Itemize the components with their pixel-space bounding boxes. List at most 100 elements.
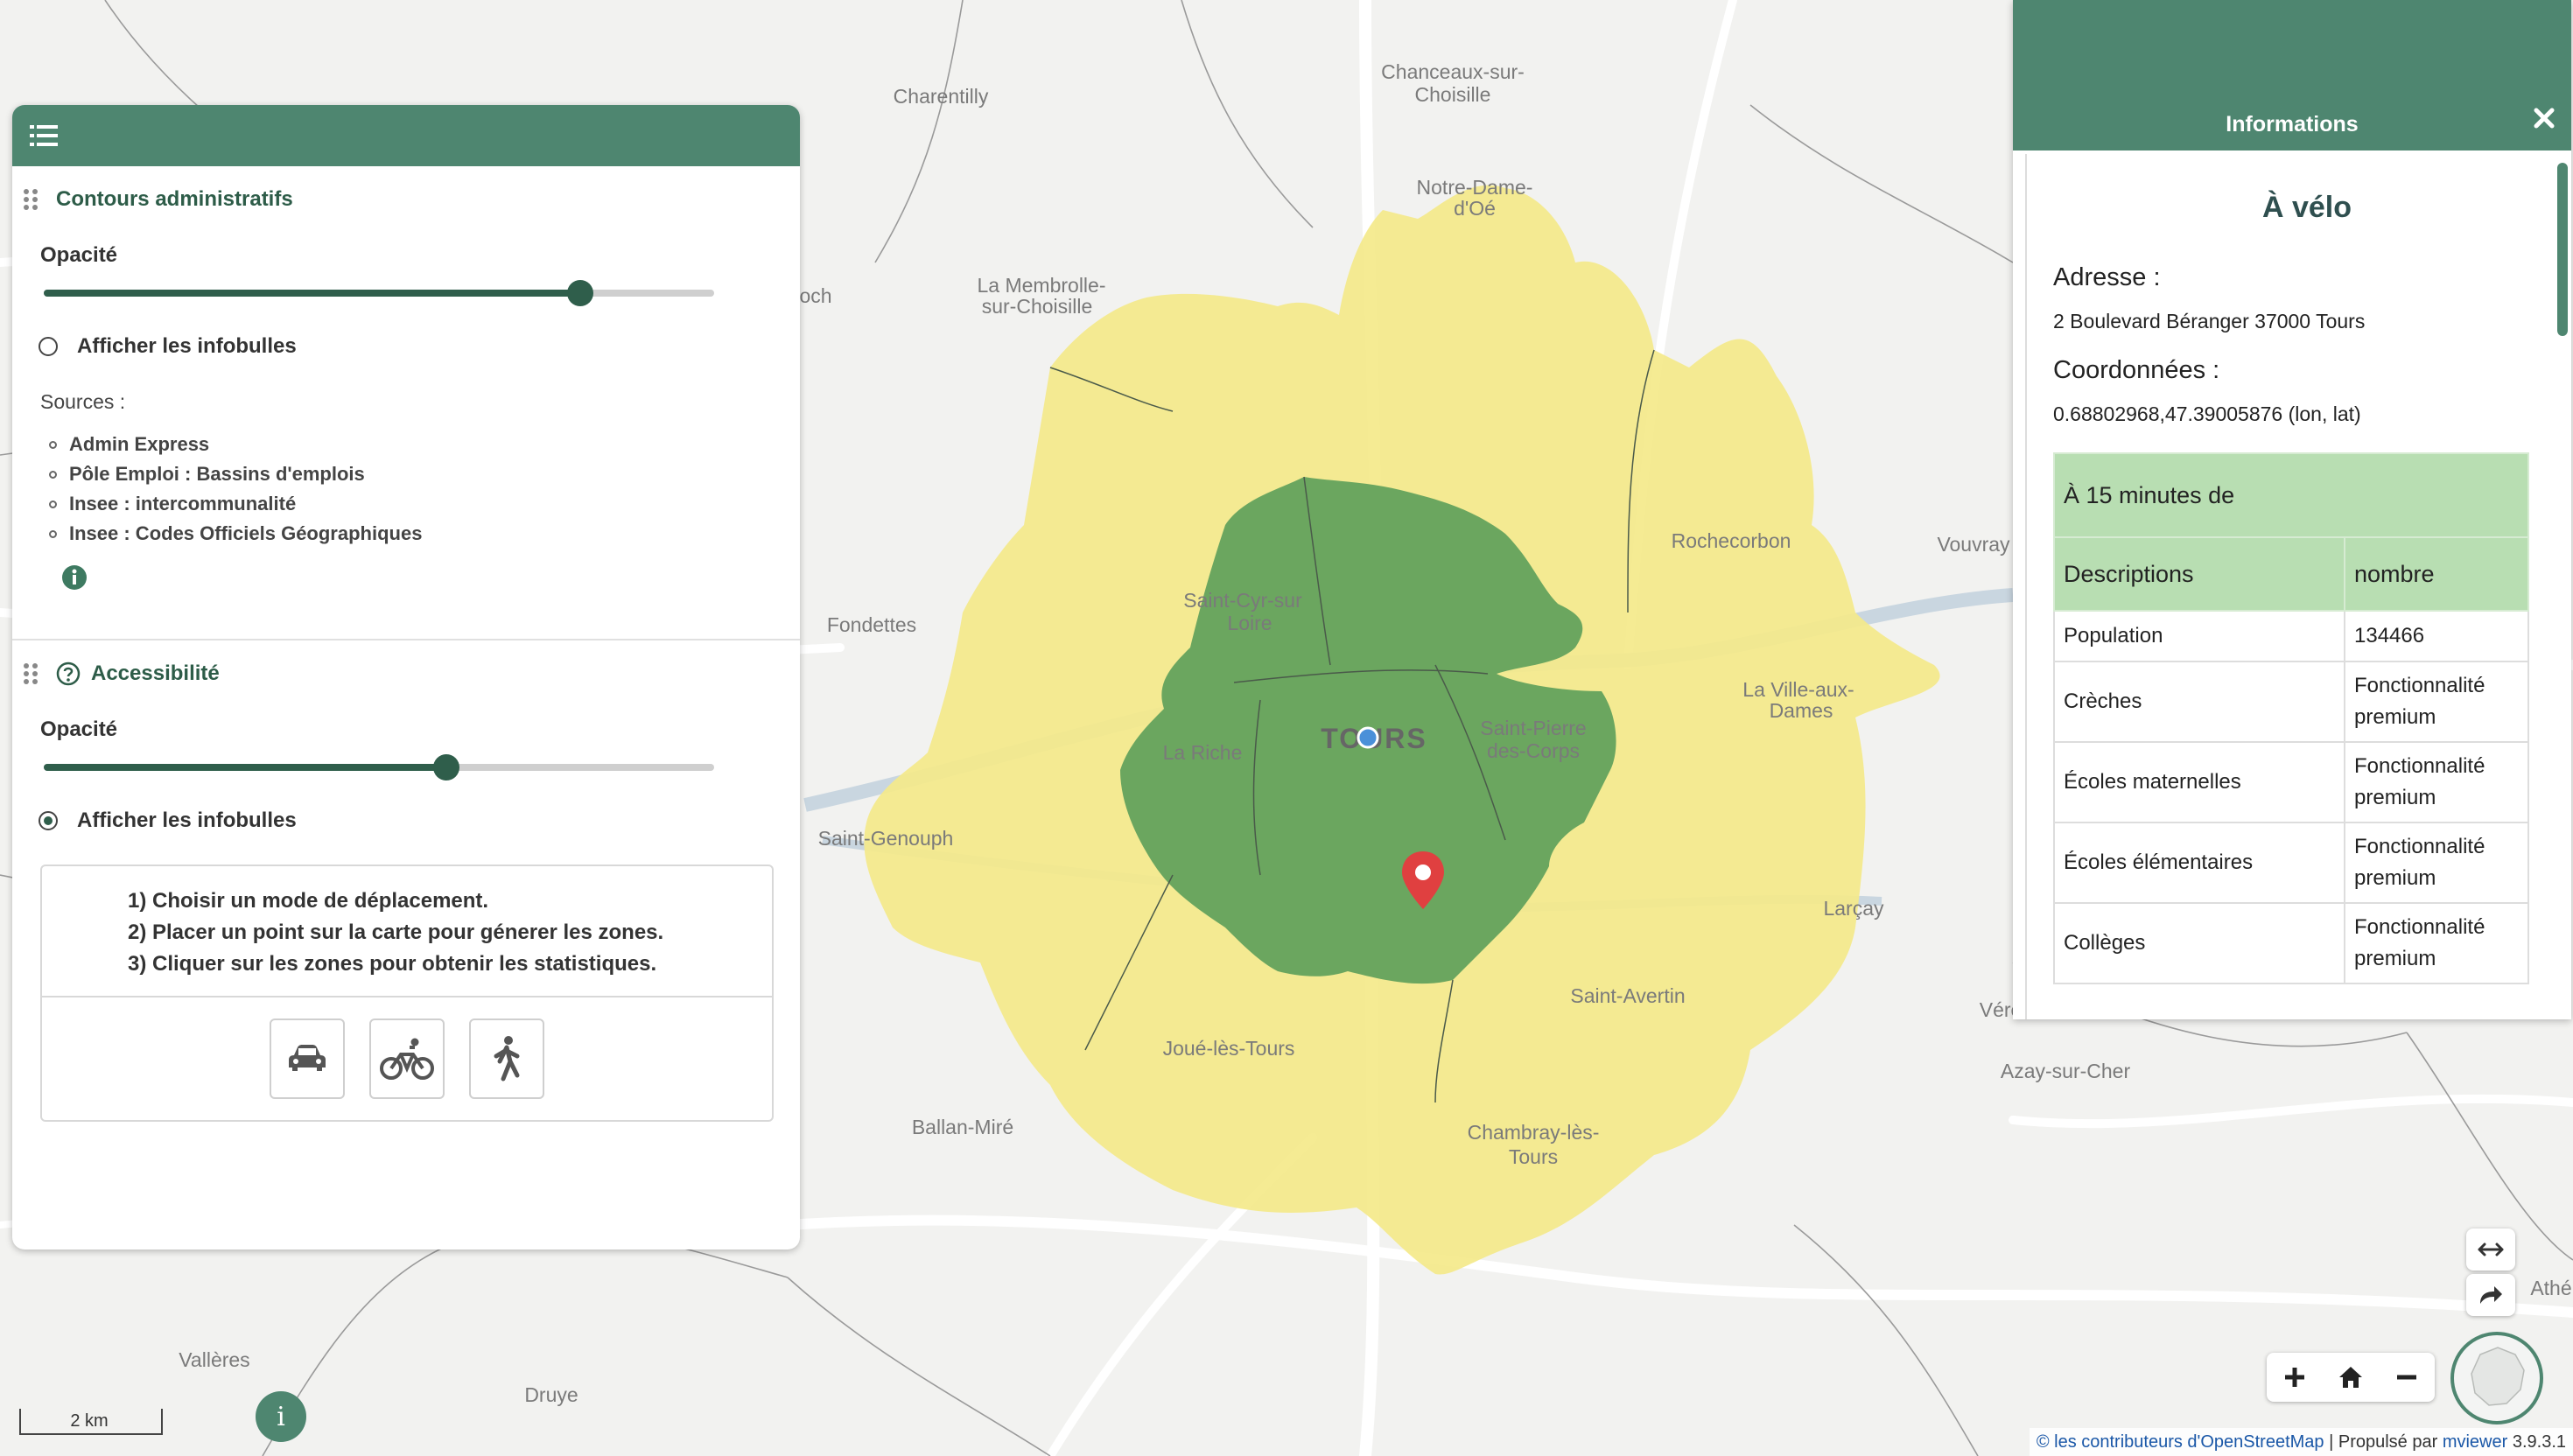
sources-label: Sources : <box>40 390 126 413</box>
zoom-out-button[interactable] <box>2379 1353 2435 1402</box>
tooltip-label: Afficher les infobulles <box>77 808 297 832</box>
map-place-label: Chanceaux-sur- <box>1381 60 1525 83</box>
map-place-label: Saint-Cyr-sur <box>1183 589 1302 612</box>
map-attribution: © les contributeurs d'OpenStreetMap | Pr… <box>2029 1428 2573 1456</box>
overview-minimap[interactable] <box>2450 1332 2543 1424</box>
table-row: Population 134466 <box>2053 610 2529 662</box>
walk-mode-button[interactable] <box>469 1018 544 1099</box>
row-value: Fonctionnalité premium <box>2344 661 2529 743</box>
info-circle-icon[interactable] <box>61 564 88 591</box>
sources-list: Admin Express Pôle Emploi : Bassins d'em… <box>49 430 800 549</box>
layer-admin-boundaries: Contours administratifs Opacité Afficher… <box>12 166 800 640</box>
about-info-button[interactable]: i <box>256 1391 306 1442</box>
coordinates-label: Coordonnées : <box>2053 356 2220 384</box>
tooltip-label: Afficher les infobulles <box>77 334 297 358</box>
horizontal-arrows-icon <box>2478 1242 2504 1256</box>
map-place-label: La Ville-aux- <box>1742 678 1854 701</box>
info-panel-scrollbar[interactable] <box>2557 163 2568 336</box>
question-circle-icon[interactable] <box>56 662 81 686</box>
table-heading: À 15 minutes de <box>2053 452 2529 538</box>
share-button[interactable] <box>2466 1274 2515 1316</box>
map-place-label: sur-Choisille <box>982 295 1093 318</box>
user-location-dot <box>1357 726 1379 749</box>
map-place-label: Dames <box>1770 699 1833 722</box>
table-row: Crèches Fonctionnalité premium <box>2053 661 2529 743</box>
row-description: Crèches <box>2053 661 2345 743</box>
tooltip-toggle[interactable]: Afficher les infobulles <box>39 794 800 847</box>
plus-icon <box>2285 1368 2304 1387</box>
layers-panel-header <box>12 105 800 166</box>
source-item: Admin Express <box>49 430 800 459</box>
slider-thumb[interactable] <box>566 280 593 306</box>
opacity-slider[interactable] <box>44 749 714 784</box>
map-place-label: Athé <box>2530 1277 2571 1299</box>
home-extent-button[interactable] <box>2323 1353 2379 1402</box>
osm-attribution-link[interactable]: © les contributeurs d'OpenStreetMap <box>2037 1432 2324 1452</box>
opacity-slider[interactable] <box>44 275 714 310</box>
map-place-label: Fondettes <box>827 613 916 636</box>
travel-mode-buttons <box>42 998 772 1120</box>
measure-distance-button[interactable] <box>2466 1228 2515 1270</box>
table-row: Écoles élémentaires Fonctionnalité premi… <box>2053 822 2529 904</box>
column-header: nombre <box>2344 536 2529 612</box>
map-place-label: Loire <box>1227 612 1272 634</box>
layer-title[interactable]: Accessibilité <box>91 662 220 686</box>
share-arrow-icon <box>2480 1286 2502 1304</box>
map-place-label: Saint-Pierre <box>1480 717 1586 739</box>
map-place-label: och <box>799 284 831 307</box>
map-place-label: Saint-Avertin <box>1570 984 1685 1007</box>
info-panel-content: À vélo Adresse : 2 Boulevard Béranger 37… <box>2025 154 2571 1019</box>
instructions-box: 1) Choisir un mode de déplacement. 2) Pl… <box>40 864 774 1122</box>
instruction-step: 3) Cliquer sur les zones pour obtenir le… <box>128 952 657 976</box>
map-place-label: Azay-sur-Cher <box>2001 1060 2131 1082</box>
instruction-step: 2) Placer un point sur la carte pour gén… <box>128 920 664 944</box>
map-place-label: Joué-lès-Tours <box>1163 1037 1295 1060</box>
tooltip-radio[interactable] <box>39 811 58 830</box>
zoom-controls <box>2267 1353 2435 1402</box>
tooltip-radio[interactable] <box>39 337 58 356</box>
source-item: Insee : Codes Officiels Géographiques <box>49 519 800 549</box>
close-icon[interactable] <box>2533 107 2555 130</box>
slider-fill <box>44 764 446 771</box>
map-place-label: d'Oé <box>1454 197 1496 220</box>
drag-handle-icon[interactable] <box>21 187 40 212</box>
stats-table: À 15 minutes de Descriptions nombre Popu… <box>2053 452 2529 984</box>
attribution-separator: | Propulsé par <box>2324 1432 2443 1452</box>
row-value: Fonctionnalité premium <box>2344 902 2529 984</box>
opacity-label: Opacité <box>40 718 118 741</box>
slider-thumb[interactable] <box>432 754 459 780</box>
zoom-in-button[interactable] <box>2267 1353 2323 1402</box>
column-header: Descriptions <box>2053 536 2345 612</box>
map-place-label: Tours <box>1509 1145 1558 1168</box>
layer-title[interactable]: Contours administratifs <box>56 187 293 212</box>
info-panel-header: Informations <box>2013 0 2571 150</box>
travel-mode-title: À vélo <box>2261 191 2352 224</box>
opacity-label: Opacité <box>40 243 118 267</box>
info-panel-title: Informations <box>2226 112 2359 136</box>
table-row: Collèges Fonctionnalité premium <box>2053 902 2529 984</box>
slider-fill <box>44 290 580 297</box>
map-place-label: des-Corps <box>1487 739 1580 762</box>
drag-handle-icon[interactable] <box>21 662 40 686</box>
list-icon[interactable] <box>30 122 58 149</box>
table-row: Écoles maternelles Fonctionnalité premiu… <box>2053 741 2529 823</box>
row-value: Fonctionnalité premium <box>2344 822 2529 904</box>
map-place-label: Saint-Genouph <box>818 827 954 850</box>
address-label: Adresse : <box>2053 263 2161 291</box>
car-mode-button[interactable] <box>270 1018 345 1099</box>
bicycle-icon <box>380 1038 434 1080</box>
tooltip-toggle[interactable]: Afficher les infobulles <box>39 320 800 373</box>
bike-mode-button[interactable] <box>369 1018 445 1099</box>
map-place-label: Chambray-lès- <box>1468 1121 1600 1144</box>
france-map-icon <box>2471 1347 2525 1406</box>
map-place-label: Vallères <box>179 1348 249 1371</box>
map-place-label: La Membrolle- <box>978 274 1106 297</box>
map-place-label: Larçay <box>1823 897 1884 920</box>
map-place-label: Ballan-Miré <box>912 1116 1013 1138</box>
map-place-label: Charentilly <box>894 85 989 108</box>
row-value: 134466 <box>2344 610 2529 662</box>
instruction-step: 1) Choisir un mode de déplacement. <box>128 889 489 913</box>
version-text: 3.9.3.1 <box>2507 1432 2566 1452</box>
row-description: Écoles élémentaires <box>2053 822 2345 904</box>
mviewer-link[interactable]: mviewer <box>2443 1432 2507 1452</box>
